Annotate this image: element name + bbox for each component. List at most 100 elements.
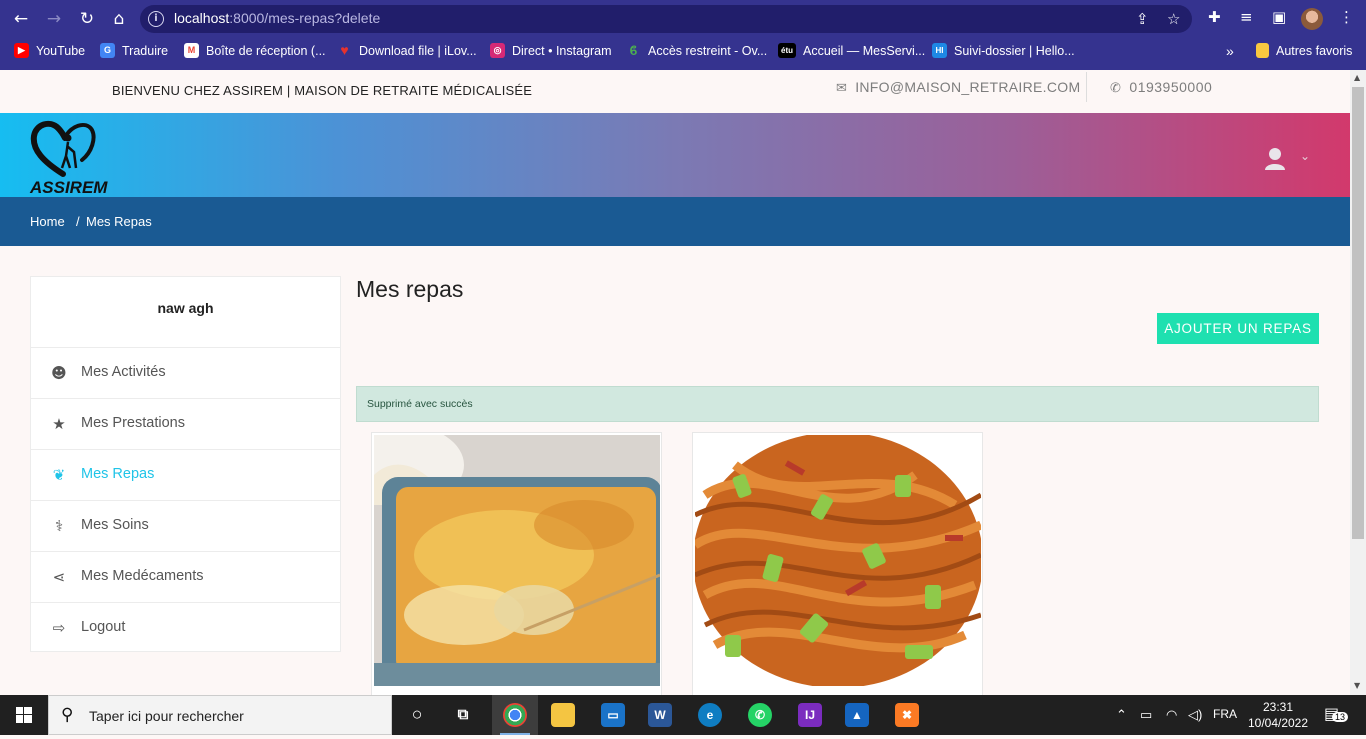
- bookmark-messervices[interactable]: étu Accueil — MesServi...: [778, 43, 925, 59]
- extensions-icon[interactable]: ✚: [1208, 8, 1221, 26]
- bookmarks-bar: ▶ YouTube G Traduire M Boîte de réception (…: [0, 38, 1366, 64]
- back-icon[interactable]: ←: [10, 8, 32, 30]
- contact-phone[interactable]: ✆ 0193950000: [1110, 79, 1212, 96]
- word-icon: W: [648, 703, 672, 727]
- taskbar-app-3[interactable]: ▭: [590, 695, 636, 735]
- scrollbar-thumb[interactable]: [1352, 87, 1364, 539]
- scroll-up-icon[interactable]: ▲: [1354, 73, 1360, 82]
- search-icon: ⚲: [61, 705, 74, 725]
- notification-center[interactable]: ▤ 13: [1322, 704, 1349, 726]
- page-scrollbar[interactable]: ▲ ▼: [1350, 70, 1366, 695]
- scroll-down-icon[interactable]: ▼: [1354, 681, 1360, 690]
- menu-kebab-icon[interactable]: ⋮: [1339, 8, 1354, 26]
- share-page-icon[interactable]: ⇪: [1136, 10, 1149, 28]
- taskbar-edge[interactable]: e: [687, 695, 733, 735]
- user-menu[interactable]: ⌄: [1264, 147, 1314, 171]
- taskbar-word[interactable]: W: [637, 695, 683, 735]
- media-control-icon[interactable]: ≡: [1240, 8, 1253, 26]
- bookmark-youtube[interactable]: ▶ YouTube: [14, 43, 85, 59]
- side-panel-icon[interactable]: ▣: [1272, 8, 1286, 26]
- user-icon: [1265, 148, 1285, 170]
- cortana-button[interactable]: ○: [394, 695, 440, 735]
- taskbar-chrome[interactable]: [492, 695, 538, 735]
- star-icon: ★: [52, 415, 66, 433]
- taskbar-explorer[interactable]: [540, 695, 586, 735]
- breadcrumb-separator: /: [76, 214, 80, 229]
- bookmark-traduire[interactable]: G Traduire: [100, 43, 168, 59]
- task-view-icon: ⧉: [457, 706, 469, 723]
- tray-chevron-icon[interactable]: ⌃: [1116, 707, 1127, 723]
- alert-message: Supprimé avec succès: [367, 398, 473, 410]
- taskbar-search[interactable]: ⚲ Taper ici pour rechercher: [48, 695, 392, 735]
- taskbar-whatsapp[interactable]: ✆: [737, 695, 783, 735]
- breadcrumb: Home / Mes Repas: [0, 197, 1350, 246]
- reload-icon[interactable]: ↻: [76, 8, 98, 30]
- whatsapp-icon: ✆: [748, 703, 772, 727]
- sidebar-item-medicaments[interactable]: ⋖ Mes Medécaments: [31, 552, 340, 603]
- sidebar-item-repas[interactable]: ❦ Mes Repas: [31, 450, 340, 501]
- monitor-icon: ▭: [601, 703, 625, 727]
- sidebar-item-label: Mes Repas: [81, 466, 155, 482]
- other-bookmarks[interactable]: Autres favoris: [1256, 43, 1352, 59]
- address-bar[interactable]: i localhost:8000/mes-repas?delete ⇪ ☆: [140, 5, 1192, 33]
- bookmark-star-icon[interactable]: ☆: [1167, 10, 1180, 28]
- photos-icon: ▲: [845, 703, 869, 727]
- sidebar-item-logout[interactable]: ⇨ Logout: [31, 603, 340, 654]
- chevron-down-icon: ⌄: [1300, 149, 1311, 163]
- contact-email[interactable]: ✉ INFO@MAISON_RETRAIRE.COM: [836, 79, 1080, 96]
- instagram-icon: ◎: [490, 43, 505, 59]
- heart-icon: ♥: [340, 42, 349, 59]
- sidebar-item-label: Mes Soins: [81, 517, 149, 533]
- breadcrumb-current: Mes Repas: [86, 214, 152, 229]
- hi-icon: HI: [932, 43, 947, 59]
- logo-text: ASSIREM: [30, 178, 108, 197]
- windows-taskbar: ⚲ Taper ici pour rechercher ○ ⧉ ▭ W e ✆ …: [0, 695, 1366, 735]
- bookmarks-overflow[interactable]: »: [1226, 43, 1234, 59]
- sidebar-item-prestations[interactable]: ★ Mes Prestations: [31, 399, 340, 450]
- youtube-icon: ▶: [14, 43, 29, 59]
- etu-icon: étu: [778, 43, 796, 59]
- gmail-icon: M: [184, 43, 199, 59]
- heart-logo-icon: [30, 120, 96, 177]
- add-meal-button[interactable]: AJOUTER UN REPAS: [1157, 313, 1319, 344]
- breadcrumb-home[interactable]: Home: [30, 214, 65, 229]
- phone-icon: ✆: [1110, 80, 1122, 95]
- language-indicator[interactable]: FRA: [1213, 707, 1237, 721]
- wifi-icon[interactable]: ◠: [1166, 707, 1177, 723]
- bookmark-acces[interactable]: ϐ Accès restreint - Ov...: [626, 43, 768, 59]
- user-name: naw agh: [31, 277, 340, 348]
- battery-icon[interactable]: ▭: [1140, 707, 1152, 723]
- home-icon[interactable]: ⌂: [108, 8, 130, 30]
- sidebar-item-label: Mes Activités: [81, 364, 166, 380]
- bookmark-ilovepdf[interactable]: ♥ Download file | iLov...: [337, 42, 476, 59]
- volume-icon[interactable]: ◁): [1188, 707, 1202, 723]
- site-info-icon[interactable]: i: [148, 11, 164, 27]
- clock-time: 23:31: [1262, 700, 1294, 714]
- sidebar-item-activites[interactable]: ☻ Mes Activités: [31, 348, 340, 399]
- divider: [1086, 72, 1087, 102]
- site-logo[interactable]: ASSIREM: [30, 118, 120, 197]
- success-alert: Supprimé avec succès: [356, 386, 1319, 422]
- bookmark-instagram[interactable]: ◎ Direct • Instagram: [490, 43, 612, 59]
- translate-icon: G: [100, 43, 115, 59]
- forward-icon[interactable]: →: [43, 8, 65, 30]
- meal-card[interactable]: [692, 432, 983, 696]
- sidebar-item-soins[interactable]: ⚕ Mes Soins: [31, 501, 340, 552]
- browser-chrome: ← → ↻ ⌂ i localhost:8000/mes-repas?delet…: [0, 0, 1366, 70]
- task-view-button[interactable]: ⧉: [440, 695, 486, 735]
- smile-icon: ☻: [51, 364, 67, 382]
- taskbar-photos[interactable]: ▲: [834, 695, 880, 735]
- url-text[interactable]: localhost:8000/mes-repas?delete: [174, 10, 380, 26]
- taskbar-clock[interactable]: 23:31 10/04/2022: [1246, 699, 1310, 731]
- taskbar-xampp[interactable]: ✖: [884, 695, 930, 735]
- bookmark-suivi[interactable]: HI Suivi-dossier | Hello...: [932, 43, 1075, 59]
- bookmark-gmail[interactable]: M Boîte de réception (...: [184, 43, 326, 59]
- meal-card[interactable]: [371, 432, 662, 696]
- taskbar-intellij[interactable]: IJ: [787, 695, 833, 735]
- welcome-text: BIENVENU CHEZ ASSIREM | MAISON DE RETRAI…: [112, 83, 533, 98]
- start-button[interactable]: [0, 695, 48, 735]
- contact-topbar: BIENVENU CHEZ ASSIREM | MAISON DE RETRAI…: [0, 70, 1350, 113]
- leaf-bookmark-icon: ϐ: [629, 43, 638, 59]
- sidebar-item-label: Mes Prestations: [81, 415, 185, 431]
- profile-avatar[interactable]: [1301, 8, 1323, 30]
